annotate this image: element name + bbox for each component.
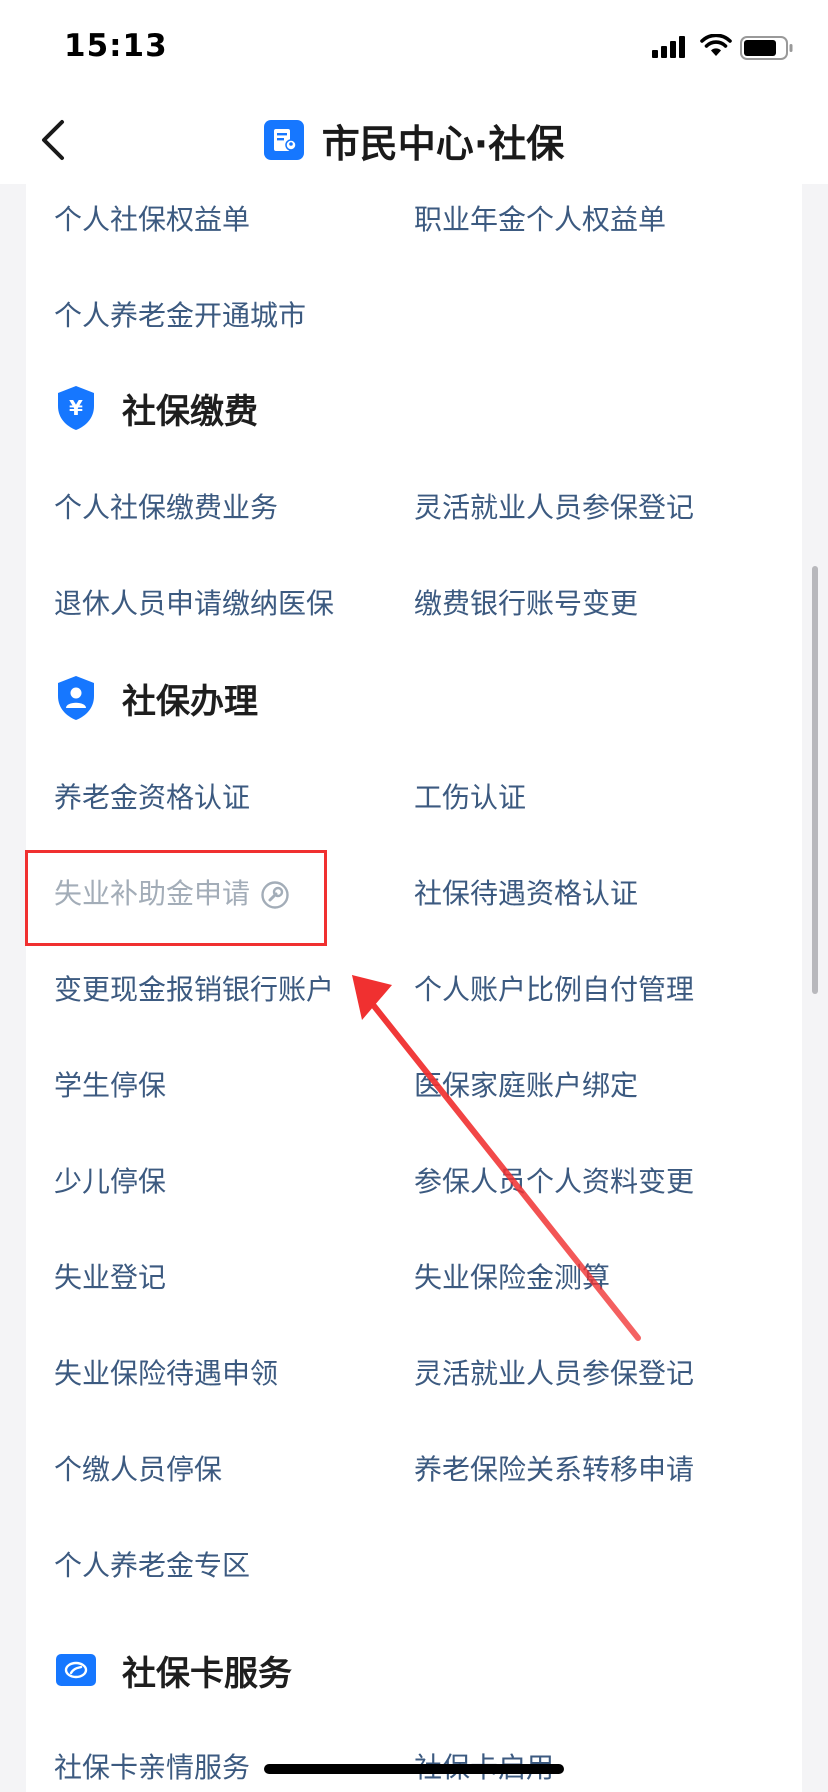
list-item[interactable]: 变更现金报销银行账户 <box>54 968 334 1008</box>
screen: 15:13 市民中心·社保 个人社保权益单 职业年金个人权益单 个人养老金开通城… <box>0 0 828 1792</box>
list-item[interactable]: 失业保险待遇申领 <box>54 1352 278 1392</box>
annotation-highlight-box <box>25 850 327 946</box>
social-security-card-icon <box>56 1654 96 1686</box>
shield-person-icon <box>58 676 94 720</box>
list-item[interactable]: 个人账户比例自付管理 <box>414 968 694 1008</box>
list-item[interactable]: 失业登记 <box>54 1256 166 1296</box>
list-item[interactable]: 社保卡亲情服务 <box>54 1746 250 1786</box>
svg-text:¥: ¥ <box>69 396 83 420</box>
page-title: 市民中心·社保 <box>321 121 565 166</box>
shield-yen-icon: ¥ <box>58 386 94 430</box>
section-title: 社保办理 <box>122 681 258 722</box>
home-indicator <box>264 1764 564 1774</box>
status-bar: 15:13 <box>0 0 828 96</box>
nav-bar: 市民中心·社保 <box>0 96 828 184</box>
list-item[interactable]: 医保家庭账户绑定 <box>414 1064 638 1104</box>
section-title: 社保缴费 <box>122 391 258 432</box>
list-item[interactable]: 灵活就业人员参保登记 <box>414 486 694 526</box>
list-item[interactable]: 养老保险关系转移申请 <box>414 1448 694 1488</box>
list-item[interactable]: 少儿停保 <box>54 1160 166 1200</box>
list-item[interactable]: 职业年金个人权益单 <box>414 198 666 238</box>
list-item[interactable]: 参保人员个人资料变更 <box>414 1160 694 1200</box>
status-time: 15:13 <box>64 28 168 64</box>
cellular-signal-icon <box>652 36 685 58</box>
list-item[interactable]: 个人社保缴费业务 <box>54 486 278 526</box>
list-item[interactable]: 退休人员申请缴纳医保 <box>54 582 334 622</box>
list-item[interactable]: 缴费银行账号变更 <box>414 582 638 622</box>
section-header-card: 社保卡服务 <box>54 1642 292 1698</box>
list-item[interactable]: 养老金资格认证 <box>54 776 250 816</box>
wifi-icon <box>700 34 732 56</box>
list-item[interactable]: 个人社保权益单 <box>54 198 250 238</box>
document-person-icon <box>263 120 304 160</box>
service-list: 个人社保权益单 职业年金个人权益单 个人养老金开通城市 ¥ 社保缴费 个人社保缴… <box>26 184 802 1792</box>
list-item[interactable]: 学生停保 <box>54 1064 166 1104</box>
battery-icon <box>740 36 793 60</box>
nav-title-group: 市民中心·社保 <box>0 96 828 184</box>
list-item[interactable]: 个缴人员停保 <box>54 1448 222 1488</box>
scrollbar[interactable] <box>812 566 818 994</box>
list-item[interactable]: 社保待遇资格认证 <box>414 872 638 912</box>
list-item[interactable]: 个人养老金开通城市 <box>54 294 306 334</box>
section-title: 社保卡服务 <box>122 1653 292 1694</box>
list-item[interactable]: 灵活就业人员参保登记 <box>414 1352 694 1392</box>
section-header-payment: ¥ 社保缴费 <box>54 380 258 436</box>
list-item[interactable]: 失业保险金测算 <box>414 1256 610 1296</box>
list-item[interactable]: 个人养老金专区 <box>54 1544 250 1584</box>
section-header-handling: 社保办理 <box>54 670 258 726</box>
list-item[interactable]: 工伤认证 <box>414 776 526 816</box>
